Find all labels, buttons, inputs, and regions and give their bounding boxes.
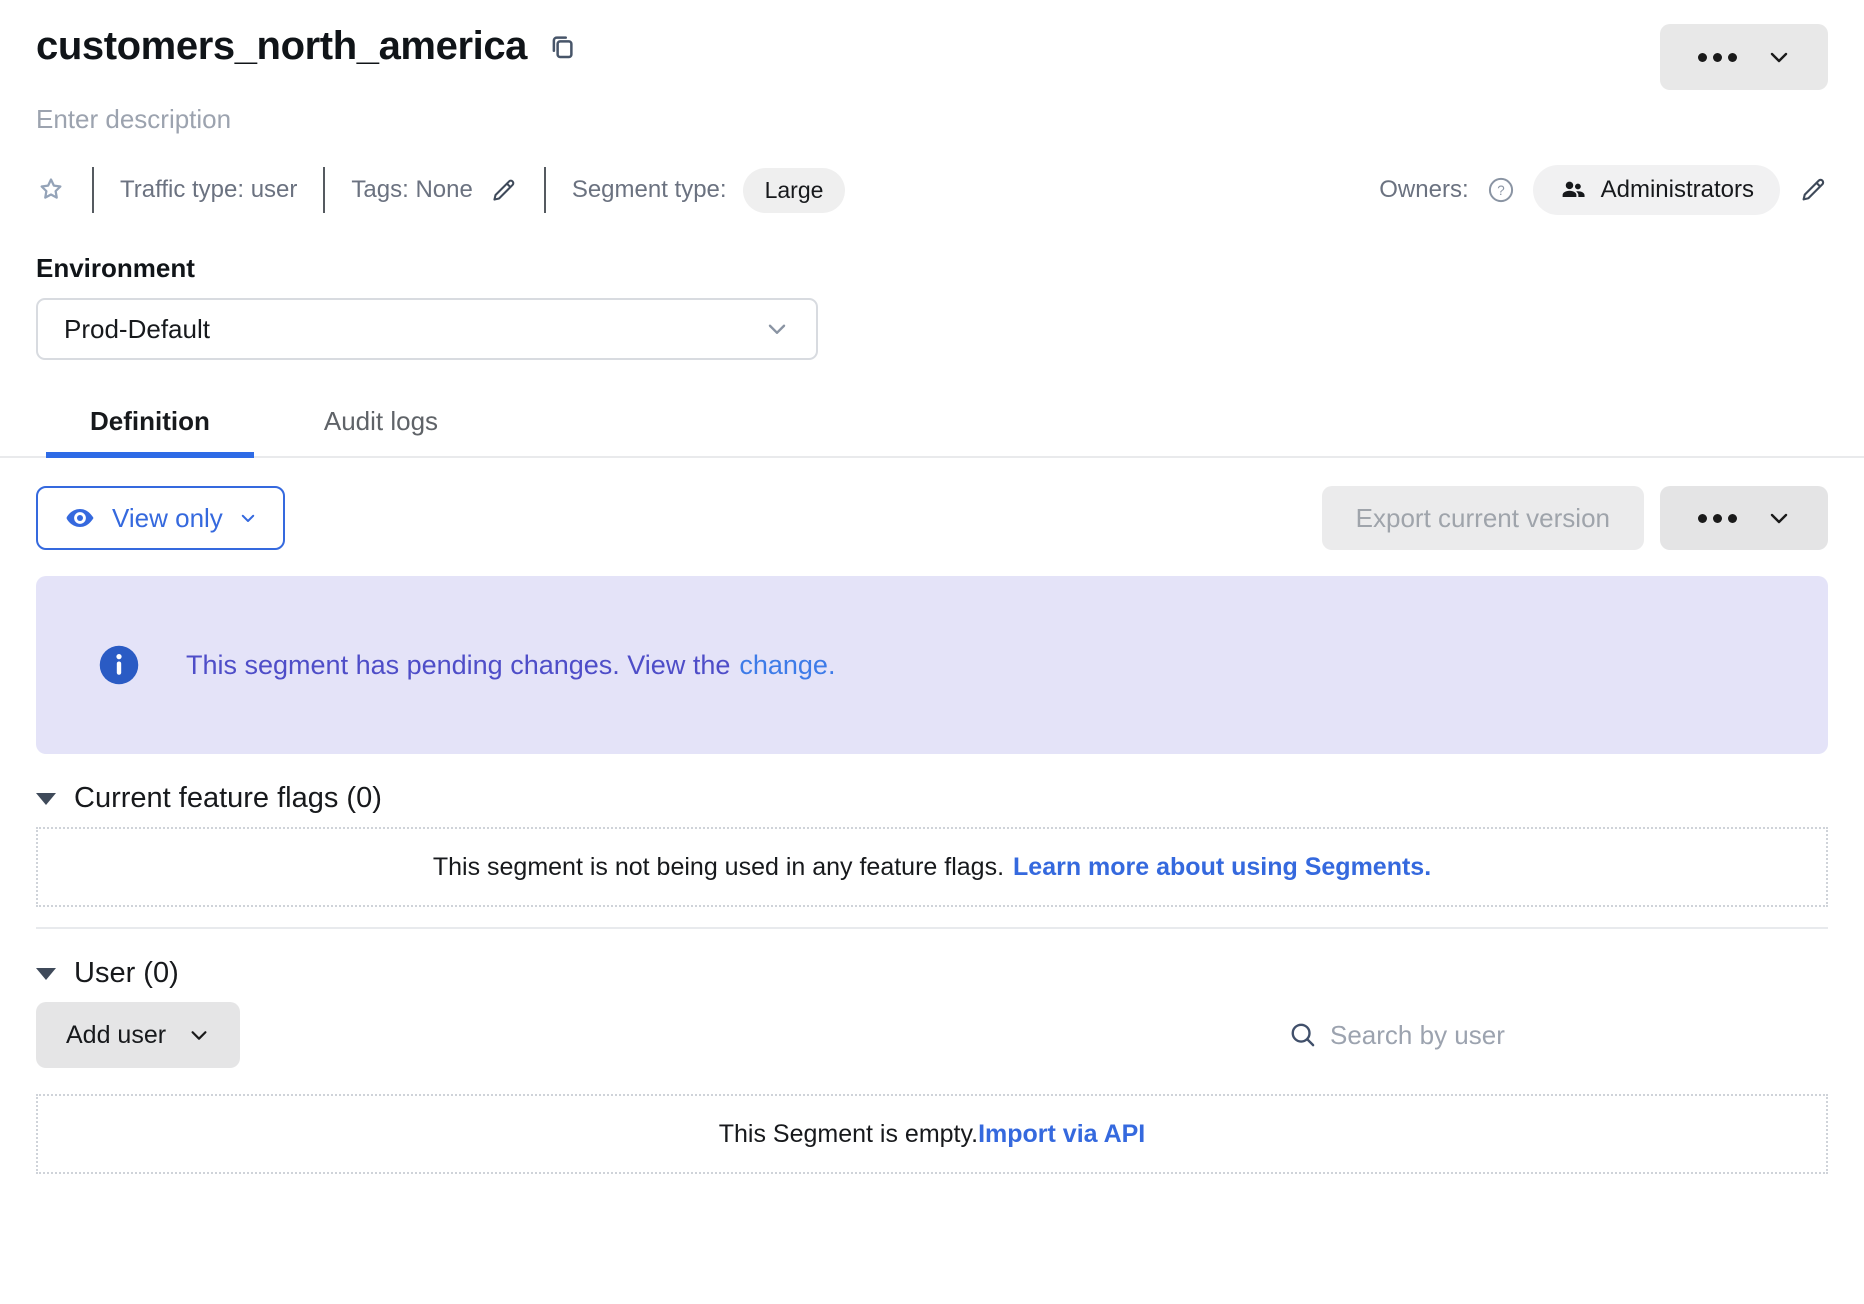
chevron-down-icon bbox=[764, 316, 790, 342]
caret-down-icon bbox=[36, 968, 56, 980]
info-icon bbox=[98, 644, 140, 686]
caret-down-icon bbox=[36, 793, 56, 805]
eye-icon bbox=[64, 503, 96, 533]
user-section-header[interactable]: User (0) bbox=[36, 957, 1828, 990]
user-toolbar: Add user bbox=[36, 1002, 1828, 1068]
group-icon bbox=[1559, 176, 1587, 204]
tab-audit-logs[interactable]: Audit logs bbox=[280, 390, 482, 458]
page-title: customers_north_america bbox=[36, 24, 527, 69]
copy-icon[interactable] bbox=[547, 31, 577, 63]
user-empty-state: This Segment is empty.Import via API bbox=[36, 1094, 1828, 1174]
banner-message: This segment has pending changes. View t… bbox=[186, 650, 730, 680]
tab-definition[interactable]: Definition bbox=[46, 390, 254, 458]
chevron-down-icon bbox=[188, 1024, 210, 1046]
help-icon[interactable]: ? bbox=[1487, 176, 1515, 204]
owners-badge: Administrators bbox=[1533, 165, 1780, 215]
segment-type-label: Segment type: bbox=[572, 176, 727, 204]
learn-more-link[interactable]: Learn more about using Segments. bbox=[1013, 853, 1431, 882]
view-only-button[interactable]: View only bbox=[36, 486, 285, 550]
header-more-menu-button[interactable] bbox=[1660, 24, 1828, 90]
tab-bar: Definition Audit logs bbox=[0, 390, 1864, 458]
owners-value: Administrators bbox=[1601, 176, 1754, 204]
search-by-user-input[interactable] bbox=[1330, 1020, 1828, 1051]
banner-change-link[interactable]: change. bbox=[739, 650, 835, 680]
import-via-api-link[interactable]: Import via API bbox=[978, 1120, 1145, 1149]
edit-owners-icon[interactable] bbox=[1798, 175, 1828, 205]
add-user-label: Add user bbox=[66, 1021, 166, 1050]
search-icon bbox=[1288, 1020, 1318, 1050]
feature-flags-section-title: Current feature flags (0) bbox=[74, 782, 382, 815]
ellipsis-icon bbox=[1698, 514, 1737, 523]
feature-flags-empty-text: This segment is not being used in any fe… bbox=[433, 853, 1004, 882]
export-current-version-button[interactable]: Export current version bbox=[1322, 486, 1644, 550]
user-search bbox=[1288, 1020, 1828, 1051]
svg-text:?: ? bbox=[1497, 183, 1504, 198]
environment-selected-value: Prod-Default bbox=[64, 314, 210, 345]
user-empty-text: This Segment is empty. bbox=[719, 1120, 978, 1149]
user-section-title: User (0) bbox=[74, 957, 179, 990]
feature-flags-empty-state: This segment is not being used in any fe… bbox=[36, 827, 1828, 907]
pending-changes-banner: This segment has pending changes. View t… bbox=[36, 576, 1828, 754]
page-header: customers_north_america bbox=[36, 0, 1828, 90]
traffic-type-label: Traffic type: user bbox=[120, 176, 297, 204]
chevron-down-icon bbox=[1767, 45, 1791, 69]
section-divider bbox=[36, 927, 1828, 929]
ellipsis-icon bbox=[1698, 53, 1737, 62]
tags-label: Tags: None bbox=[351, 176, 472, 204]
segment-type-badge: Large bbox=[743, 168, 846, 213]
owners-label: Owners: bbox=[1379, 176, 1468, 204]
edit-tags-icon[interactable] bbox=[489, 176, 518, 205]
divider bbox=[323, 167, 325, 213]
meta-row: Traffic type: user Tags: None Segment ty… bbox=[36, 165, 1828, 215]
chevron-down-icon bbox=[1767, 506, 1791, 530]
environment-label: Environment bbox=[36, 253, 1828, 284]
add-user-button[interactable]: Add user bbox=[36, 1002, 240, 1068]
definition-toolbar: View only Export current version bbox=[36, 486, 1828, 550]
star-icon[interactable] bbox=[36, 175, 66, 205]
divider bbox=[92, 167, 94, 213]
chevron-down-icon bbox=[239, 509, 257, 527]
toolbar-more-menu-button[interactable] bbox=[1660, 486, 1828, 550]
environment-select[interactable]: Prod-Default bbox=[36, 298, 818, 360]
view-only-label: View only bbox=[112, 503, 223, 534]
description-placeholder[interactable]: Enter description bbox=[36, 104, 1828, 135]
feature-flags-section-header[interactable]: Current feature flags (0) bbox=[36, 782, 1828, 815]
divider bbox=[544, 167, 546, 213]
